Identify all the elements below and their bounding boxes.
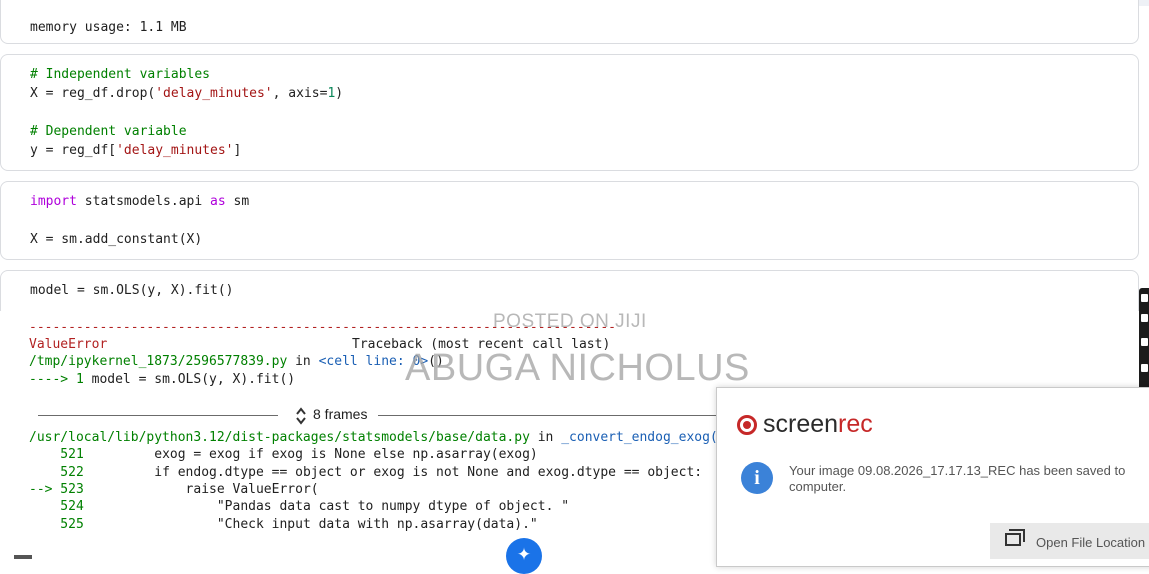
line-number: 524 [29, 499, 84, 514]
toolbar-icon[interactable] [1141, 338, 1148, 346]
sparkle-icon: ✦ [516, 545, 532, 565]
memory-usage-text: memory usage: 1.1 MB [30, 20, 187, 35]
code-token: ] [233, 143, 242, 158]
code-token: statsmodels.api [76, 194, 211, 209]
code-line-model: model = sm.OLS(y, X).fit() [30, 283, 234, 298]
code-token: ) [335, 86, 344, 101]
file-path-link[interactable]: /tmp/ipykernel_1873/2596577839.py [29, 354, 287, 369]
brand-word-screen: screen [763, 410, 839, 438]
frames-label: 8 frames [313, 406, 368, 422]
record-icon [737, 415, 757, 435]
code-token: sm [225, 194, 250, 209]
info-icon: i [741, 462, 773, 494]
line-number: 521 [29, 447, 84, 462]
file-path-link[interactable]: /usr/local/lib/python3.12/dist-packages/… [29, 430, 530, 445]
code-line-add-constant: X = sm.add_constant(X) [30, 232, 203, 247]
line-number: --> 523 [29, 482, 84, 497]
horizontal-scrollbar-thumb[interactable] [14, 555, 32, 559]
divider [38, 415, 278, 416]
code-token: raise ValueError( [83, 482, 319, 497]
code-token: model = sm.OLS(y, X).fit() [91, 372, 296, 387]
code-line-x: X = reg_df.drop('delay_minutes', axis=1) [30, 84, 343, 103]
code-line-y: y = reg_df['delay_minutes'] [30, 141, 241, 160]
source-line: 521 exog = exog if exog is None else np.… [29, 445, 538, 464]
code-token: X = reg_df.drop( [30, 86, 156, 101]
code-token: if endog.dtype == object or exog is not … [83, 465, 703, 480]
string-token: 'delay_minutes' [155, 86, 273, 101]
traceback-arrow-line: ----> 1 model = sm.OLS(y, X).fit() [29, 370, 295, 389]
watermark-posted: POSTED ON JIJI [493, 311, 647, 332]
open-file-location-button[interactable]: Open File Location [990, 523, 1149, 559]
arrow-token: ----> 1 [29, 372, 92, 387]
comment-dependent: # Dependent variable [30, 124, 187, 139]
string-token: 'delay_minutes' [116, 143, 234, 158]
screenrec-logo: screenrec [737, 410, 873, 439]
code-token: , axis= [272, 86, 328, 101]
folder-window-icon [1005, 529, 1025, 546]
code-token: exog = exog if exog is None else np.asar… [83, 447, 538, 462]
code-line-import: import statsmodels.api as sm [30, 192, 249, 211]
line-number: 522 [29, 465, 84, 480]
toolbar-icon[interactable] [1141, 364, 1148, 372]
open-file-location-label: Open File Location [1036, 535, 1146, 550]
function-link[interactable]: _convert_endog_exog(se [561, 430, 733, 445]
code-token: y = reg_df[ [30, 143, 117, 158]
code-token: in [287, 354, 319, 369]
brand-word-rec: rec [838, 410, 873, 438]
expand-collapse-icon [296, 407, 306, 425]
frames-toggle[interactable]: 8 frames [38, 405, 738, 427]
notification-message: Your image 09.08.2026_17.17.13_REC has b… [789, 463, 1126, 494]
code-cell-variables[interactable]: # Independent variables X = reg_df.drop(… [0, 54, 1139, 171]
sparkle-action-button[interactable]: ✦ [506, 538, 542, 574]
output-cell-info[interactable]: memory usage: 1.1 MB [0, 0, 1139, 44]
line-number: 525 [29, 517, 84, 532]
toolbar-icon[interactable] [1141, 314, 1148, 322]
keyword-token: import [30, 194, 77, 209]
watermark-name: ABUGA NICHOLUS [405, 347, 750, 389]
toolbar-icon[interactable] [1141, 294, 1148, 302]
code-token: "Check input data with np.asarray(data).… [83, 517, 538, 532]
divider [378, 415, 728, 416]
keyword-token: as [210, 194, 226, 209]
traceback-file-line: /tmp/ipykernel_1873/2596577839.py in <ce… [29, 352, 444, 371]
source-line: 525 "Check input data with np.asarray(da… [29, 515, 538, 534]
source-line: 524 "Pandas data cast to numpy dtype of … [29, 497, 569, 516]
code-token: "Pandas data cast to numpy dtype of obje… [83, 499, 570, 514]
code-token: in [529, 430, 562, 445]
code-cell-imports[interactable]: import statsmodels.api as sm X = sm.add_… [0, 181, 1139, 260]
comment-independent: # Independent variables [30, 67, 211, 82]
